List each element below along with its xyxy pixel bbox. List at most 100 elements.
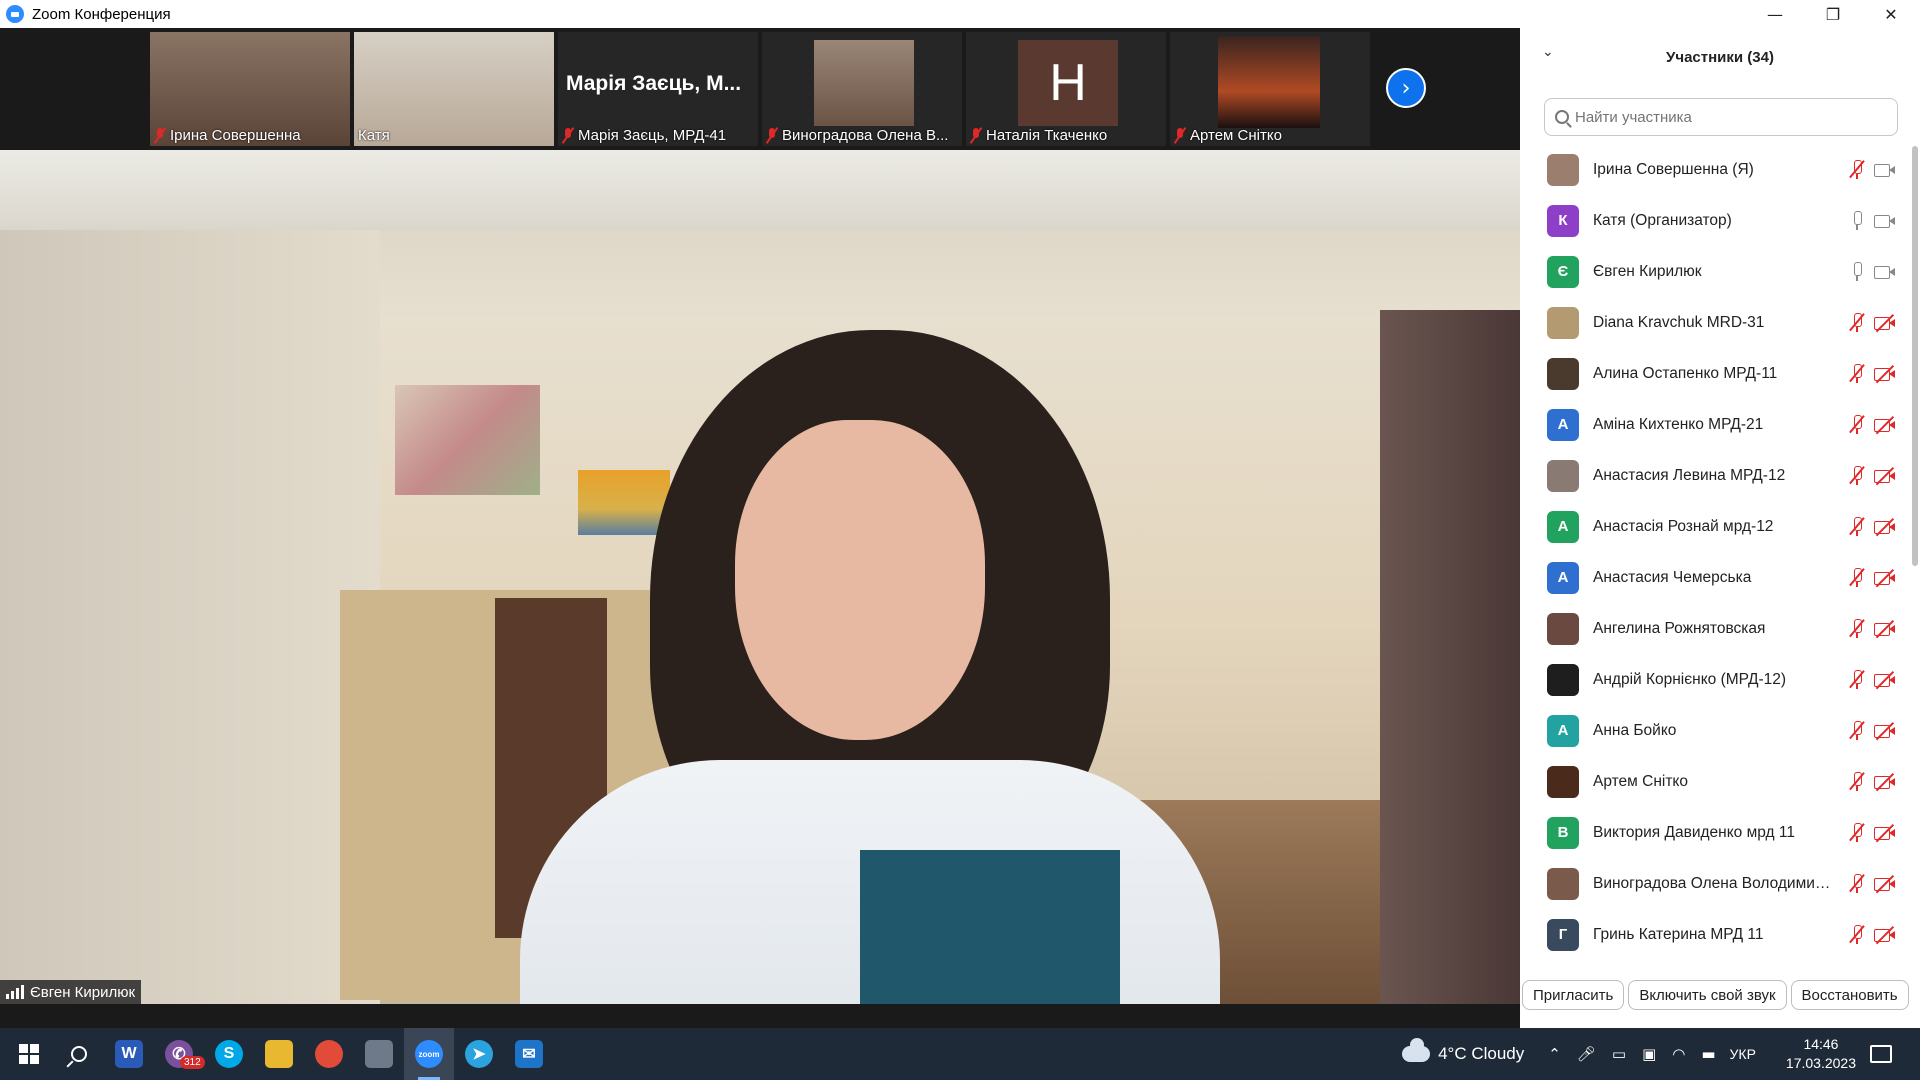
thumbnail-name: Ірина Совершенна [170,127,301,144]
next-page-button[interactable]: › [1386,68,1426,108]
chevron-up-icon[interactable]: ⌃ [1548,1045,1561,1063]
battery-icon[interactable]: ▬ [1701,1045,1715,1063]
main-speaker-video: Євген Кирилюк [0,150,1520,1004]
participant-row[interactable]: А Анна Бойко [1520,705,1912,756]
mic-muted-icon[interactable] [1849,313,1865,332]
camera-off-icon[interactable] [1874,466,1896,485]
participant-row[interactable]: Ангелина Рожнятовская [1520,603,1912,654]
windows-start-taskbar-button[interactable] [4,1028,54,1080]
display-icon[interactable]: ▭ [1612,1045,1626,1063]
close-button[interactable]: ✕ [1862,0,1920,28]
camera-icon[interactable] [1874,214,1896,228]
mic-muted-icon [562,128,574,143]
mic-muted-icon[interactable] [1849,721,1865,740]
camera-off-icon[interactable] [1874,874,1896,893]
avatar [1547,663,1579,696]
mic-muted-icon[interactable] [1849,670,1865,689]
participant-search[interactable] [1544,98,1898,136]
mic-muted-icon[interactable] [1849,772,1865,791]
skype-taskbar-button[interactable]: S [204,1028,254,1080]
language-indicator[interactable]: УКР [1730,1046,1756,1062]
participant-row[interactable]: Артем Снітко [1520,756,1912,807]
word-taskbar-button[interactable]: W [104,1028,154,1080]
chrome-taskbar-button[interactable] [304,1028,354,1080]
camera-off-icon[interactable] [1874,670,1896,689]
mic-muted-icon[interactable] [1849,874,1865,893]
microphone-icon[interactable] [1850,262,1864,281]
camera-off-icon[interactable] [1874,721,1896,740]
time: 14:46 [1803,1036,1839,1052]
viber-taskbar-button[interactable]: ✆ 312 [154,1028,205,1080]
video-thumbnail[interactable]: Артем Снітко [1170,32,1370,146]
video-thumbnail[interactable]: Катя [354,32,554,146]
search-input[interactable] [1575,108,1875,126]
camera-off-icon[interactable] [1874,313,1896,332]
file-explorer-taskbar-button[interactable] [254,1028,304,1080]
weather-text[interactable]: 4°C Cloudy [1438,1044,1524,1064]
unmute-self-button[interactable]: Включить свой звук [1628,980,1787,1010]
camera-off-icon[interactable] [1874,517,1896,536]
video-thumbnail[interactable]: Ірина Совершенна [150,32,350,146]
file-explorer-icon [265,1040,293,1068]
video-thumbnail[interactable]: Н Наталія Ткаченко [966,32,1166,146]
scrollbar[interactable] [1912,146,1918,566]
mic-muted-icon[interactable] [1849,619,1865,638]
mic-muted-icon[interactable] [1849,823,1865,842]
thumbnail-strip: Ірина Совершенна Катя Марія Заєць, М... … [0,28,1520,150]
mail-taskbar-button[interactable]: ✉ [504,1028,554,1080]
video-thumbnail[interactable]: Виноградова Олена В... [762,32,962,146]
mic-muted-icon[interactable] [1849,415,1865,434]
participant-row[interactable]: Diana Kravchuk MRD-31 [1520,297,1912,348]
mic-muted-icon[interactable] [1849,517,1865,536]
participant-row[interactable]: Анастасия Левина МРД-12 [1520,450,1912,501]
participant-row[interactable]: В Виктория Давиденко мрд 11 [1520,807,1912,858]
wifi-icon[interactable]: ◠ [1672,1045,1685,1063]
notifications-icon[interactable] [1870,1045,1892,1063]
participant-row[interactable]: Є Євген Кирилюк [1520,246,1912,297]
avatar: А [1547,408,1579,441]
microphone-icon[interactable] [1850,211,1864,230]
mic-muted-icon[interactable] [1849,466,1865,485]
camera-icon[interactable] [1874,163,1896,177]
participant-row[interactable]: Г Гринь Катерина МРД 11 [1520,909,1912,960]
minimize-button[interactable]: — [1746,0,1804,28]
video-thumbnail[interactable]: Марія Заєць, М... Марія Заєць, МРД-41 [558,32,758,146]
camera-off-icon[interactable] [1874,925,1896,944]
microphone-icon[interactable]: 🎤︎ [1577,1045,1596,1063]
participant-row[interactable]: Алина Остапенко МРД-11 [1520,348,1912,399]
camera-off-icon[interactable] [1874,568,1896,587]
participant-row[interactable]: А Аміна Кихтенко МРД-21 [1520,399,1912,450]
restore-button[interactable]: ❐ [1804,0,1862,28]
speaker-name: Євген Кирилюк [30,983,136,1001]
zoom-taskbar-button[interactable]: zoom [404,1028,454,1080]
restore-audio-button[interactable]: Восстановить [1790,980,1909,1010]
microsoft-store-taskbar-button[interactable] [354,1028,404,1080]
mic-muted-icon[interactable] [1849,160,1865,179]
clock[interactable]: 14:46 17.03.2023 [1786,1035,1856,1073]
camera-off-icon[interactable] [1874,772,1896,791]
camera-off-icon[interactable] [1874,364,1896,383]
camera-off-icon[interactable] [1874,415,1896,434]
participant-row[interactable]: Андрій Корнієнко (МРД-12) [1520,654,1912,705]
camera-off-icon[interactable] [1874,619,1896,638]
search-taskbar-button[interactable] [54,1028,104,1080]
participant-name: Анастасия Левина МРД-12 [1593,466,1786,484]
participant-name-display: Марія Заєць, М... [566,72,742,95]
participant-row[interactable]: Ірина Совершенна (Я) [1520,144,1912,195]
camera-off-icon[interactable] [1874,823,1896,842]
camera-icon[interactable] [1874,265,1896,279]
invite-button[interactable]: Пригласить [1522,980,1625,1010]
mic-muted-icon[interactable] [1849,568,1865,587]
avatar [1547,867,1579,900]
participants-title: Участники (34) [1666,48,1774,66]
meet-now-icon[interactable]: ▣ [1642,1045,1656,1063]
collapse-panel-icon[interactable]: ⌄ [1542,44,1554,60]
participant-row[interactable]: А Анастасия Чемерська [1520,552,1912,603]
participant-row[interactable]: А Анастасія Рознай мрд-12 [1520,501,1912,552]
mic-muted-icon[interactable] [1849,925,1865,944]
participant-row[interactable]: Виноградова Олена Володимир... [1520,858,1912,909]
telegram-taskbar-button[interactable]: ➤ [454,1028,504,1080]
speaker-name-label: Євген Кирилюк [0,980,142,1004]
participant-row[interactable]: К Катя (Организатор) [1520,195,1912,246]
mic-muted-icon[interactable] [1849,364,1865,383]
